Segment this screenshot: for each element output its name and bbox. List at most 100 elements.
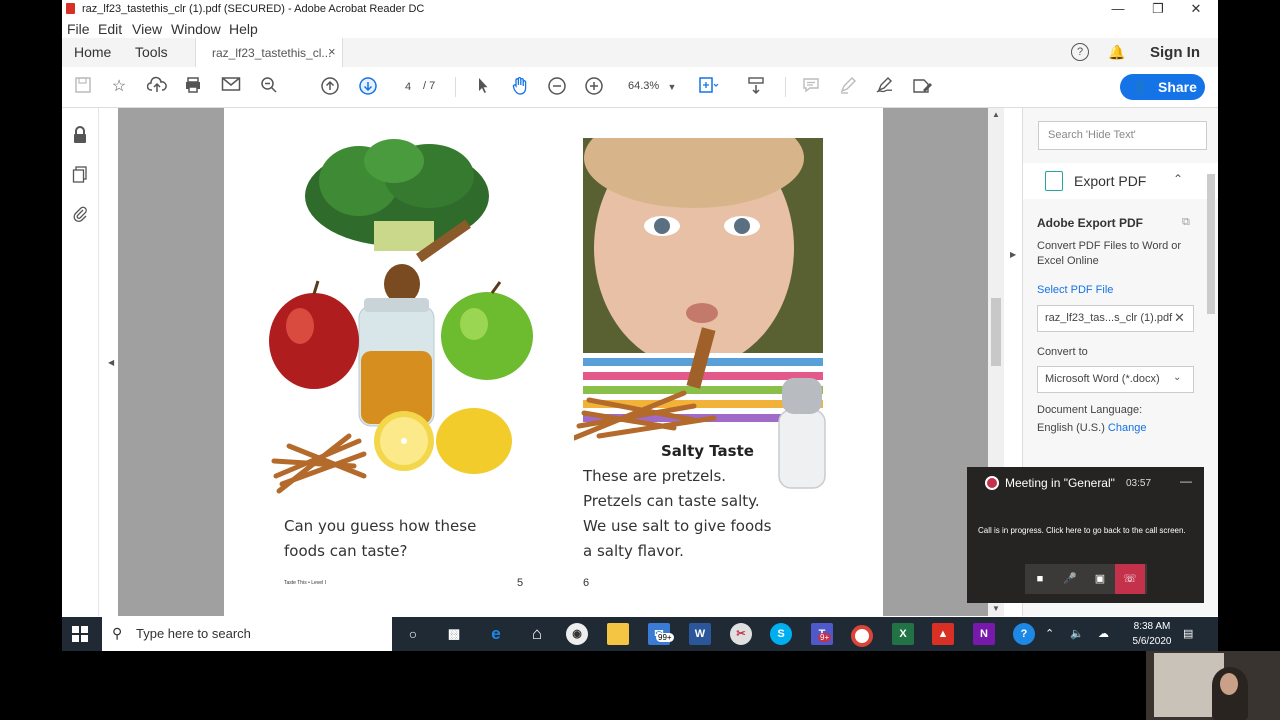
share-button[interactable]: 👤 Share: [1120, 74, 1205, 100]
help-icon[interactable]: ?: [1071, 43, 1089, 61]
menu-edit[interactable]: Edit: [98, 21, 122, 37]
onedrive-cloud-icon[interactable]: ☁: [1098, 627, 1109, 640]
salty-taste-heading: Salty Taste: [661, 442, 754, 460]
select-cursor-icon[interactable]: [472, 76, 494, 98]
edge-browser-icon[interactable]: e: [485, 623, 507, 645]
fit-page-icon[interactable]: [698, 76, 720, 98]
select-pdf-file-link[interactable]: Select PDF File: [1037, 284, 1113, 296]
chevron-down-icon: ⌄: [1173, 372, 1182, 383]
scroll-mode-icon[interactable]: [745, 76, 767, 98]
foods-illustration: [269, 139, 533, 494]
menu-file[interactable]: File: [67, 21, 90, 37]
left-page-number: 5: [517, 577, 524, 589]
acrobat-icon[interactable]: ▲: [932, 623, 954, 645]
onenote-icon[interactable]: N: [973, 623, 995, 645]
zoom-chevron-down-icon[interactable]: ▼: [661, 76, 683, 98]
skype-icon[interactable]: S: [770, 623, 792, 645]
snipping-tool-icon[interactable]: ✂: [730, 623, 752, 645]
windows-start-icon[interactable]: [72, 626, 88, 642]
tab-tools[interactable]: Tools: [135, 44, 168, 60]
tab-document[interactable]: raz_lf23_tastethis_cl... ×: [195, 38, 343, 67]
copy-icon[interactable]: ⧉: [1182, 216, 1190, 229]
previous-page-icon[interactable]: [319, 76, 341, 98]
selected-file-field[interactable]: raz_lf23_tas...s_clr (1).pdf ✕: [1037, 305, 1194, 332]
close-tab-icon[interactable]: ×: [328, 44, 336, 59]
help-circle-icon[interactable]: ?: [1013, 623, 1035, 645]
next-page-icon[interactable]: [357, 76, 379, 98]
share-label: Share: [1158, 79, 1197, 95]
tray-chevron-up-icon[interactable]: ⌃: [1045, 627, 1054, 640]
page-number-input[interactable]: 4: [395, 76, 421, 98]
teams-meeting-popup[interactable]: Meeting in "General" 03:57 — Call is in …: [967, 467, 1204, 603]
right-caption-line: We use salt to give foods: [583, 517, 772, 535]
menu-window[interactable]: Window: [171, 21, 221, 37]
sign-in-button[interactable]: Sign In: [1150, 44, 1200, 61]
tools-pane-scrollbar[interactable]: [1204, 164, 1218, 504]
remove-file-close-icon[interactable]: ✕: [1174, 310, 1185, 326]
right-page-caption: These are pretzels. Pretzels can taste s…: [583, 464, 771, 564]
menu-help[interactable]: Help: [229, 21, 258, 37]
minimize-popup-icon[interactable]: —: [1180, 474, 1192, 488]
hang-up-icon[interactable]: ☏: [1115, 564, 1145, 594]
windows-taskbar: ⚲ Type here to search ○ ▩ e ⌂ ◉ ✉ 99+ W …: [62, 617, 1218, 651]
convert-to-select[interactable]: Microsoft Word (*.docx) ⌄: [1037, 366, 1194, 393]
restore-button[interactable]: ❐: [1138, 1, 1178, 17]
scroll-down-icon[interactable]: ▼: [992, 604, 1000, 613]
document-viewer[interactable]: Salty Taste Can you guess how these food…: [108, 108, 988, 616]
collapse-right-chevron-icon[interactable]: ▶: [1010, 250, 1016, 259]
more-tools-icon[interactable]: [911, 76, 933, 98]
zoom-search-icon[interactable]: [258, 76, 280, 98]
excel-icon[interactable]: X: [892, 623, 914, 645]
volume-icon[interactable]: 🔈: [1070, 627, 1084, 640]
toolbar-divider: [455, 77, 456, 97]
zoom-out-icon[interactable]: [546, 76, 568, 98]
comment-icon[interactable]: [800, 76, 822, 98]
file-explorer-icon[interactable]: [607, 623, 629, 645]
change-language-link[interactable]: Change: [1108, 422, 1147, 434]
email-icon[interactable]: [220, 76, 242, 98]
taskbar-search-box[interactable]: ⚲ Type here to search: [102, 617, 392, 651]
minimize-button[interactable]: —: [1098, 1, 1138, 17]
tools-pane-scroll-thumb[interactable]: [1207, 174, 1215, 314]
share-screen-icon[interactable]: ▣: [1085, 564, 1115, 594]
document-language-row: English (U.S.) Change: [1037, 422, 1146, 434]
zoom-level-dropdown[interactable]: 64.3%: [628, 80, 659, 92]
print-icon[interactable]: [182, 76, 204, 98]
home-icon[interactable]: ⌂: [526, 623, 548, 645]
call-in-progress-message[interactable]: Call is in progress. Click here to go ba…: [978, 526, 1186, 535]
title-bar: raz_lf23_tastethis_clr (1).pdf (SECURED)…: [62, 0, 1218, 18]
chrome-icon[interactable]: [851, 625, 873, 647]
camera-icon[interactable]: ■: [1025, 564, 1055, 594]
cortana-icon[interactable]: ○: [402, 623, 424, 645]
close-window-button[interactable]: ✕: [1176, 1, 1216, 17]
scroll-up-icon[interactable]: ▲: [992, 110, 1000, 119]
notifications-icon[interactable]: ▤: [1183, 627, 1193, 640]
word-icon[interactable]: W: [689, 623, 711, 645]
scroll-thumb[interactable]: [991, 298, 1001, 366]
zoom-in-icon[interactable]: [583, 76, 605, 98]
export-pdf-header[interactable]: Export PDF ⌃: [1023, 163, 1218, 199]
menu-view[interactable]: View: [132, 21, 162, 37]
notification-bell-icon[interactable]: 🔔: [1108, 44, 1125, 61]
collapse-left-chevron-icon[interactable]: ◀: [108, 358, 114, 367]
search-icon: ⚲: [112, 625, 123, 641]
task-view-icon[interactable]: ▩: [443, 623, 465, 645]
upload-cloud-icon[interactable]: [146, 76, 168, 98]
lock-icon[interactable]: [72, 126, 88, 144]
highlight-pen-icon[interactable]: [837, 76, 859, 98]
tab-home[interactable]: Home: [74, 44, 111, 60]
attachment-paperclip-icon[interactable]: [72, 204, 88, 222]
search-tools-input[interactable]: Search 'Hide Text': [1038, 121, 1207, 150]
selected-file-name: raz_lf23_tas...s_clr (1).pdf: [1045, 312, 1173, 324]
camera-app-icon[interactable]: ◉: [566, 623, 588, 645]
save-icon[interactable]: [72, 76, 94, 98]
chevron-up-icon[interactable]: ⌃: [1173, 172, 1183, 186]
hand-tool-icon[interactable]: [509, 76, 531, 98]
sign-pen-icon[interactable]: [874, 76, 896, 98]
page-thumbnails-icon[interactable]: [72, 166, 88, 184]
toolbar-divider: [785, 77, 786, 97]
bookmark-star-icon[interactable]: ☆: [108, 76, 130, 98]
document-language-value: English (U.S.): [1037, 422, 1105, 434]
system-clock[interactable]: 8:38 AM 5/6/2020: [1127, 619, 1177, 649]
microphone-icon[interactable]: 🎤: [1055, 564, 1085, 594]
